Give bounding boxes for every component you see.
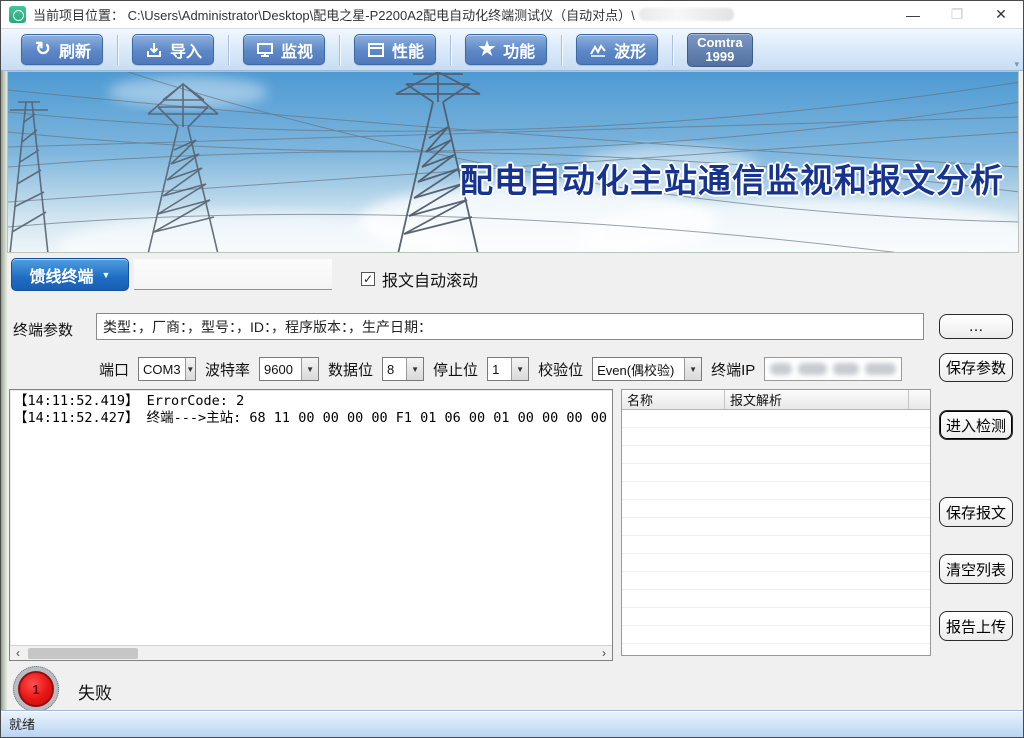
message-log-panel[interactable]: 【14:11:52.419】 ErrorCode: 2【14:11:52.427… — [9, 389, 613, 661]
star-icon: ★ — [477, 40, 497, 60]
enter-detect-button[interactable]: 进入检测 — [939, 410, 1013, 440]
window-icon — [366, 40, 386, 60]
fail-count-badge: 1 — [18, 671, 54, 707]
app-window: 当前项目位置： C:\Users\Administrator\Desktop\配… — [0, 0, 1024, 738]
clear-list-button[interactable]: 清空列表 — [939, 554, 1013, 584]
maximize-button[interactable]: ❐ — [935, 1, 979, 28]
fail-indicator: 1 — [13, 666, 59, 712]
port-select[interactable]: COM3 ▼ — [138, 357, 196, 381]
parse-result-table[interactable]: 名称 报文解析 — [621, 389, 931, 656]
stopbits-select[interactable]: 1 ▼ — [487, 357, 529, 381]
refresh-button[interactable]: ↻ 刷新 — [21, 34, 103, 65]
toolbar-separator — [339, 35, 340, 65]
baud-label: 波特率 — [205, 359, 250, 380]
more-button[interactable]: … — [939, 314, 1013, 339]
redacted-text — [833, 363, 859, 375]
toolbar-separator — [117, 35, 118, 65]
window-title: 当前项目位置： C:\Users\Administrator\Desktop\配… — [33, 5, 635, 24]
chevron-down-icon: ▼ — [301, 358, 318, 380]
log-line: 【14:11:52.427】 终端--->主站: 68 11 00 00 00 … — [14, 410, 608, 427]
log-line: 【14:11:52.419】 ErrorCode: 2 — [14, 393, 608, 410]
import-button[interactable]: 导入 — [132, 34, 214, 65]
toolbar-separator — [561, 35, 562, 65]
toolbar-separator — [672, 35, 673, 65]
status-bar: 就绪 — [1, 711, 1023, 737]
chevron-down-icon: ▼ — [511, 358, 528, 380]
performance-button[interactable]: 性能 — [354, 34, 436, 65]
redacted-text — [639, 8, 734, 21]
waveform-icon — [588, 40, 608, 60]
redacted-text — [798, 363, 827, 375]
databits-select[interactable]: 8 ▼ — [382, 357, 424, 381]
checkbox-checked-icon[interactable]: ✓ — [361, 272, 375, 286]
chevron-down-icon: ▼ — [185, 358, 195, 380]
import-icon — [144, 40, 164, 60]
monitor-icon — [255, 40, 275, 60]
banner-title: 配电自动化主站通信监视和报文分析 — [460, 154, 1004, 202]
result-text: 失败 — [78, 679, 112, 704]
auto-scroll-label: 报文自动滚动 — [382, 267, 478, 291]
port-label: 端口 — [99, 359, 129, 380]
terminal-params-label: 终端参数 — [13, 319, 73, 340]
redacted-text — [770, 363, 792, 375]
table-header-row: 名称 报文解析 — [622, 390, 930, 410]
title-bar: 当前项目位置： C:\Users\Administrator\Desktop\配… — [1, 1, 1023, 29]
app-icon — [9, 6, 26, 23]
parity-label: 校验位 — [538, 359, 583, 380]
toolbar-separator — [450, 35, 451, 65]
serial-settings-row: 端口 COM3 ▼ 波特率 9600 ▼ 数据位 8 ▼ 停止位 1 ▼ 校验位… — [99, 356, 902, 382]
refresh-icon: ↻ — [33, 40, 53, 60]
status-message: 就绪 — [9, 714, 35, 733]
toolbar-separator — [228, 35, 229, 65]
minimize-button[interactable]: — — [891, 1, 935, 28]
column-header-parse[interactable]: 报文解析 — [725, 390, 909, 409]
baud-select[interactable]: 9600 ▼ — [259, 357, 319, 381]
function-button[interactable]: ★ 功能 — [465, 34, 547, 65]
window-left-edge — [1, 71, 7, 713]
scrollbar-thumb[interactable] — [28, 648, 138, 659]
chevron-down-icon: ▼ — [406, 358, 423, 380]
log-horizontal-scrollbar[interactable]: ‹ › — [10, 645, 612, 660]
monitor-button[interactable]: 监视 — [243, 34, 325, 65]
terminal-ip-label: 终端IP — [711, 359, 755, 380]
chevron-down-icon: ▼ — [102, 270, 111, 280]
main-toolbar: ↻ 刷新 导入 监视 性能 ★ 功能 — [1, 29, 1023, 71]
comtra-1999-button[interactable]: Comtra 1999 — [687, 33, 753, 67]
column-header-name[interactable]: 名称 — [622, 390, 725, 409]
window-controls: — ❐ ✕ — [891, 1, 1023, 28]
upload-report-button[interactable]: 报告上传 — [939, 611, 1013, 641]
chevron-down-icon: ▼ — [684, 358, 701, 380]
toolbar-overflow-grip[interactable]: ▾ — [1014, 59, 1019, 70]
scroll-left-icon[interactable]: ‹ — [10, 647, 26, 660]
stopbits-label: 停止位 — [433, 359, 478, 380]
banner-image: 配电自动化主站通信监视和报文分析 — [7, 71, 1019, 253]
message-log-text: 【14:11:52.419】 ErrorCode: 2【14:11:52.427… — [10, 390, 612, 645]
redacted-text — [865, 363, 896, 375]
waveform-button[interactable]: 波形 — [576, 34, 658, 65]
table-body-empty — [622, 410, 930, 655]
terminal-params-input[interactable] — [96, 313, 924, 340]
parity-select[interactable]: Even(偶校验) ▼ — [592, 357, 702, 381]
column-header-extra — [909, 390, 930, 409]
close-button[interactable]: ✕ — [979, 1, 1023, 28]
tab-feeder-terminal[interactable]: 馈线终端 ▼ — [11, 258, 129, 291]
terminal-ip-field[interactable] — [764, 357, 902, 381]
save-message-button[interactable]: 保存报文 — [939, 497, 1013, 527]
auto-scroll-checkbox-row[interactable]: ✓ 报文自动滚动 — [361, 267, 478, 291]
save-params-button[interactable]: 保存参数 — [939, 353, 1013, 382]
scroll-right-icon[interactable]: › — [596, 647, 612, 660]
databits-label: 数据位 — [328, 359, 373, 380]
tab-empty-slot[interactable] — [134, 259, 332, 290]
